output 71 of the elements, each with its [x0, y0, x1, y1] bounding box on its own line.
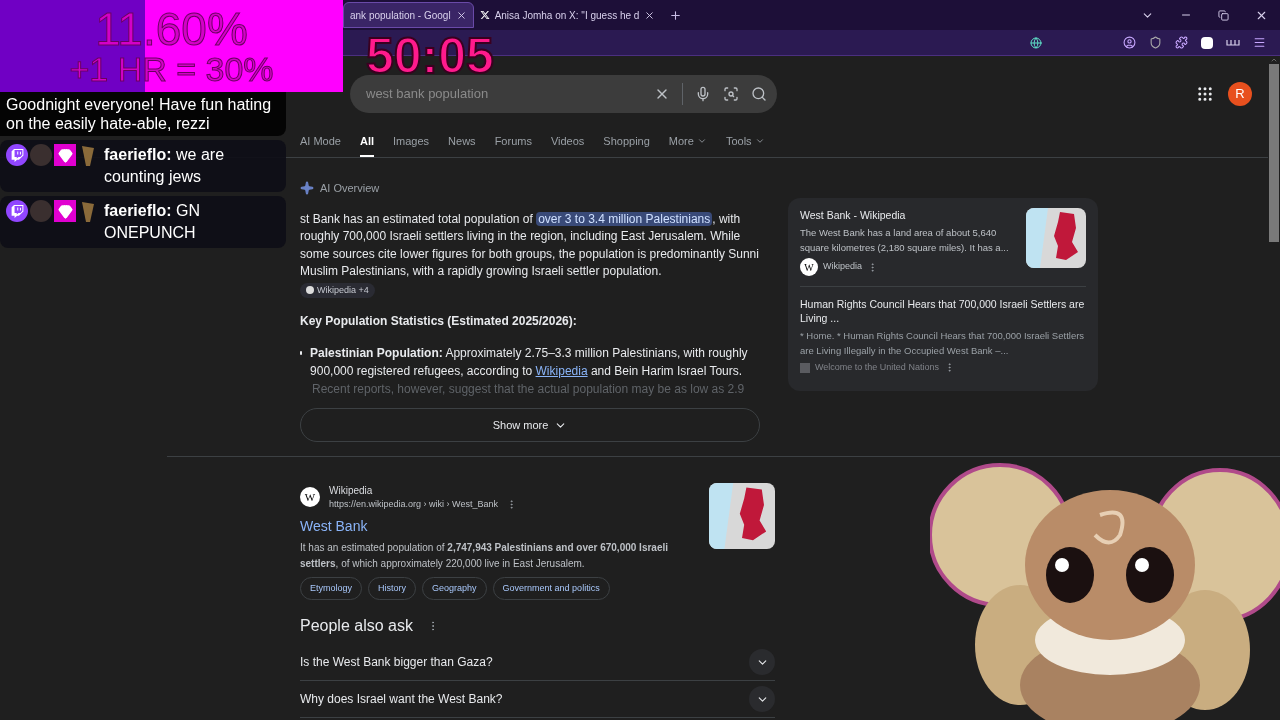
close-icon[interactable]: [644, 9, 656, 21]
source-link[interactable]: Wikipedia: [535, 364, 588, 378]
twitch-badge-icon: [6, 200, 28, 222]
tab-title: ank population - Googl: [350, 8, 451, 23]
menu-icon[interactable]: [1253, 36, 1266, 49]
result-url: https://en.wikipedia.org › wiki › West_Bank: [329, 498, 498, 511]
wikipedia-logo-icon: W: [300, 487, 320, 508]
source-title[interactable]: Human Rights Council Hears that 700,000 Israeli Settlers are Living ...: [800, 297, 1086, 325]
search-tab[interactable]: Shopping: [603, 132, 650, 157]
restore-icon[interactable]: [1218, 9, 1229, 21]
search-tab[interactable]: Forums: [494, 132, 532, 157]
browser-tab[interactable]: ank population - Googl: [343, 2, 474, 28]
source-site: Wikipedia: [823, 260, 862, 274]
result-snippet: It has an estimated population of 2,747,943 Palestinians and over 670,000 Israeli settlers, of which approximately 220,000 live in East Jerusalem.: [300, 540, 670, 571]
result-site: Wikipedia: [329, 484, 374, 498]
question-row[interactable]: Is the West Bank bigger than Gaza?: [300, 644, 775, 681]
map-thumbnail: [709, 483, 775, 549]
search-tab[interactable]: More: [668, 132, 707, 157]
gem-badge-icon: [54, 200, 76, 222]
wikipedia-logo-icon: W: [800, 258, 818, 276]
section-label: AI Overview: [320, 181, 380, 196]
extensions-icon[interactable]: [1175, 36, 1188, 49]
account-avatar[interactable]: R: [1228, 82, 1252, 106]
search-tab[interactable]: All: [359, 132, 375, 157]
chat-text: faerieflo: GN ONEPUNCH: [104, 201, 202, 243]
overview-paragraph: st Bank has an estimated total population of over 3 to 3.4 million Palestinians , with roughly 700,000 Israeli settlers living in the region, including East Jerusalem. While some sources cite lower figures for both groups, the population is predominantly Sunni Muslim Palestinians, with a rapidly growing Israeli settler population.: [300, 210, 760, 280]
section-heading: Key Population Statistics (Estimated 2025/2026):: [300, 313, 578, 330]
expand-icon[interactable]: [749, 686, 775, 712]
site-icon: [800, 362, 810, 373]
gem-badge-icon: [54, 144, 76, 166]
extension-icon[interactable]: [1201, 36, 1213, 49]
x-logo-icon: [479, 10, 490, 20]
source-title[interactable]: West Bank - Wikipedia: [800, 208, 1018, 222]
shield-icon[interactable]: [1149, 36, 1162, 49]
search-tab[interactable]: Tools: [725, 132, 765, 157]
new-tab-icon[interactable]: [669, 8, 683, 22]
search-tab[interactable]: AI Mode: [300, 132, 341, 157]
avatar-badge-icon: [30, 144, 52, 166]
search-query: west bank population: [366, 85, 489, 104]
chat-text: faerieflo: we are counting jews: [104, 145, 226, 187]
globe-icon[interactable]: [1030, 36, 1042, 49]
source-snippet: * Home. * Human Rights Council Hears that 700,000 Israeli Settlers are Living Illegally in the Occupied West Bank –...: [800, 329, 1086, 358]
scrollbar[interactable]: [1268, 56, 1280, 242]
microphone-icon[interactable]: [695, 86, 711, 102]
expand-icon[interactable]: [749, 649, 775, 675]
source-snippet: The West Bank has a land area of about 5,640 square kilometres (2,180 square miles). It has a...: [800, 226, 1010, 255]
browser-tab[interactable]: Anisa Jomha on X: "I guess he d: [473, 2, 662, 28]
search-tab[interactable]: Videos: [550, 132, 585, 157]
section-heading: People also ask: [300, 616, 413, 636]
search-tab[interactable]: Images: [393, 132, 430, 157]
scroll-up-icon[interactable]: [1270, 56, 1278, 64]
question-row[interactable]: Why does Israel want the West Bank?: [300, 681, 775, 718]
account-icon[interactable]: [1123, 36, 1136, 49]
tab-title: Anisa Jomha on X: "I guess he d: [494, 8, 640, 23]
chat-message: Goodnight everyone! Have fun hating on the easily hate-able, rezzi: [0, 92, 286, 136]
map-thumbnail: [1026, 208, 1086, 268]
apps-grid-icon[interactable]: [1196, 85, 1214, 103]
avatar-badge-icon: [30, 200, 52, 222]
citation-chip[interactable]: Wikipedia +4: [300, 282, 375, 298]
sparkle-icon: [300, 181, 314, 196]
twitch-badge-icon: [6, 144, 28, 166]
extension-icon[interactable]: [1226, 38, 1240, 47]
faded-text: Recent reports, however, suggest that the actual population may be as low as 2.9: [312, 381, 746, 398]
result-title-link[interactable]: West Bank: [300, 515, 368, 537]
bullet-text: Palestinian Population: Approximately 2.75–3.3 million Palestinians, with roughly 900,000 registered refugees, according to Wikipedia and Bein Harim Israel Tours.: [310, 345, 749, 380]
bullet-icon: [300, 351, 303, 355]
lens-icon[interactable]: [723, 86, 739, 102]
source-site: Welcome to the United Nations: [815, 361, 939, 374]
search-tab[interactable]: News: [448, 132, 476, 157]
search-icon[interactable]: [751, 86, 767, 102]
close-icon[interactable]: [455, 9, 467, 21]
